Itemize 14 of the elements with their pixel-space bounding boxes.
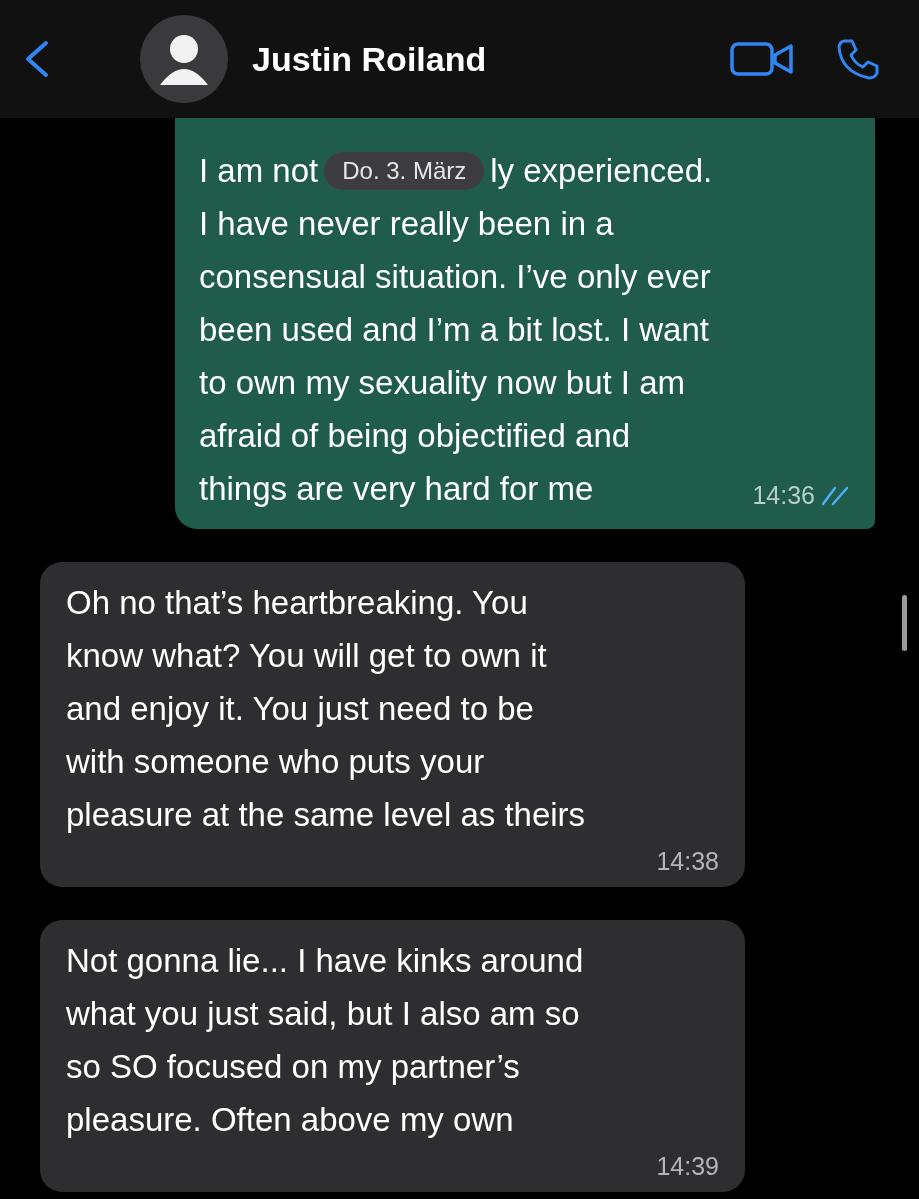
- phone-icon[interactable]: [837, 38, 879, 80]
- message-time: 14:39: [656, 1151, 719, 1182]
- message-text: I have never really been in a consensual situation. I’ve only ever been used and I’m a bit lost. I want to own my sexuality now but I am afraid of being objectified and things are very hard for me: [199, 204, 711, 509]
- message-text: ly experienced.: [490, 151, 713, 191]
- contact-name: Justin Roiland: [252, 39, 488, 79]
- message-time: 14:38: [656, 846, 719, 877]
- date-badge: Do. 3. März: [324, 151, 485, 190]
- avatar-icon: [140, 15, 228, 103]
- message-text: I am not: [199, 151, 319, 191]
- message-text: Oh no that’s heartbreaking. You know what? You will get to own it and enjoy it. You just need to be with someone who puts your pleasure at the same level as theirs: [66, 583, 587, 835]
- message-time: 14:36: [752, 480, 815, 511]
- scroll-indicator: [902, 595, 907, 651]
- message-text: Not gonna lie... I have kinks around what you just said, but I also am so so SO focused on my partner’s pleasure. Often above my own: [66, 941, 585, 1140]
- video-call-icon[interactable]: [729, 39, 795, 79]
